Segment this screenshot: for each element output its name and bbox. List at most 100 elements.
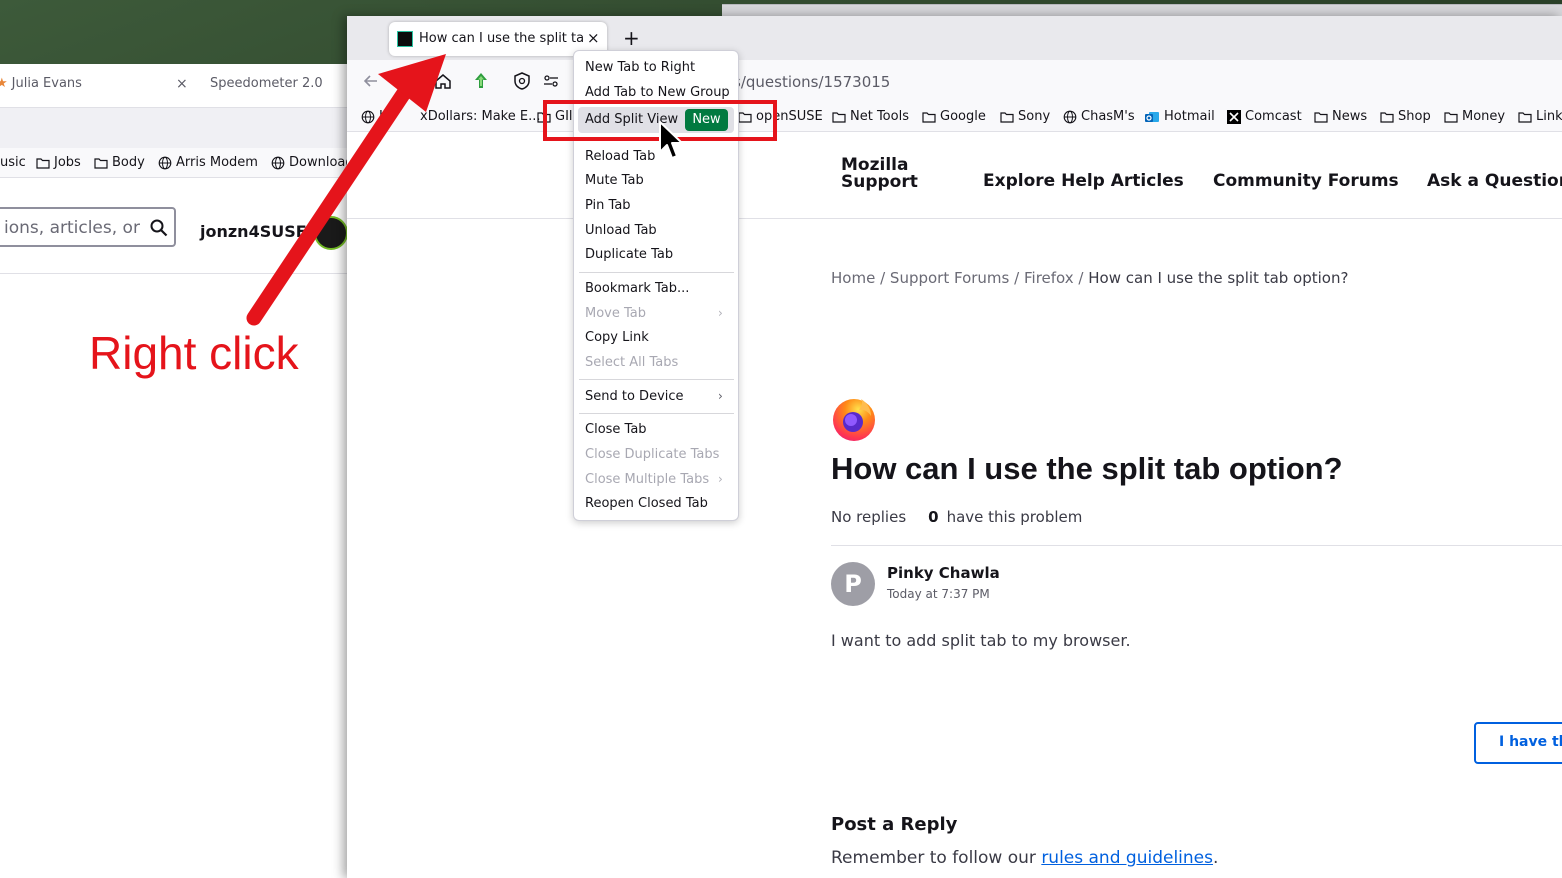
menu-label: Send to Device [585, 389, 684, 404]
username[interactable]: jonzn4SUSE [200, 222, 307, 241]
background-tab-julia[interactable]: ★ Julia Evans [0, 76, 82, 91]
menu-item-pin-tab[interactable]: Pin Tab [585, 198, 631, 213]
bookmark-arris-modem[interactable]: Arris Modem [158, 155, 258, 170]
menu-item-unload-tab[interactable]: Unload Tab [585, 223, 657, 238]
mouse-cursor-icon [659, 121, 683, 159]
breadcrumb-support-forums[interactable]: Support Forums [890, 269, 1009, 287]
bookmark-item[interactable]: ChasM's [1063, 109, 1135, 124]
bookmark-label: Download [289, 155, 354, 170]
breadcrumb-firefox[interactable]: Firefox [1024, 269, 1074, 287]
bookmark-label: Arris Modem [176, 155, 258, 170]
reply-guidelines-note: Remember to follow our rules and guideli… [831, 848, 1218, 868]
back-arrow-icon[interactable] [361, 71, 381, 91]
menu-item-reopen-closed-tab[interactable]: Reopen Closed Tab [585, 496, 708, 511]
rules-guidelines-link[interactable]: rules and guidelines [1041, 848, 1213, 868]
problem-count: 0 [928, 508, 939, 526]
bookmark-item[interactable]: Link [1518, 109, 1562, 124]
menu-item-mute-tab[interactable]: Mute Tab [585, 173, 644, 188]
bookmark-item[interactable]: Comcast [1227, 109, 1302, 124]
annotation-label: Right click [89, 327, 299, 379]
menu-item-new-tab-to-right[interactable]: New Tab to Right [585, 60, 695, 75]
bookmark-label: News [1332, 109, 1368, 124]
author-name[interactable]: Pinky Chawla [887, 564, 1000, 582]
folder-icon [922, 111, 936, 123]
permissions-icon[interactable] [541, 71, 561, 91]
bookmark-item[interactable]: News [1314, 109, 1367, 124]
firefox-logo-icon [833, 399, 875, 441]
bookmark-item[interactable]: Money [1444, 109, 1505, 124]
menu-item-copy-link[interactable]: Copy Link [585, 330, 649, 345]
shield-icon[interactable] [512, 71, 532, 91]
page-content: Mozilla Support Explore Help Articles Co… [347, 133, 1562, 878]
home-icon[interactable] [433, 71, 453, 91]
background-bookmarks-bar: usic Jobs Body Arris Modem Download [0, 148, 360, 178]
menu-item-reload-tab[interactable]: Reload Tab [585, 149, 655, 164]
folder-icon [832, 111, 846, 123]
menu-item-select-all-tabs: Select All Tabs [585, 355, 678, 370]
bookmark-label: Google [940, 109, 986, 124]
background-tab-speedometer[interactable]: Speedometer 2.0 [210, 76, 323, 91]
menu-label: Mute Tab [585, 173, 644, 188]
folder-icon [94, 157, 108, 169]
globe-icon [271, 156, 285, 169]
chevron-right-icon: › [718, 389, 723, 403]
folder-icon [1518, 111, 1532, 123]
background-browser-window[interactable]: ★ Julia Evans × Speedometer 2.0 usic Jobs… [0, 64, 360, 878]
menu-label: Bookmark Tab... [585, 281, 690, 296]
menu-label: Unload Tab [585, 223, 657, 238]
menu-item-close-tab[interactable]: Close Tab [585, 422, 647, 437]
bookmarks-bar: In xDollars: Make E... GIl openSUSE Net … [347, 104, 1562, 132]
menu-item-send-to-device[interactable]: Send to Device [585, 389, 684, 404]
problem-text: have this problem [946, 508, 1083, 526]
menu-separator [579, 272, 734, 273]
bookmark-item[interactable]: Sony [1000, 109, 1050, 124]
nav-community-forums[interactable]: Community Forums [1213, 171, 1399, 191]
question-meta: No replies 0 have this problem [831, 508, 1082, 526]
breadcrumb: Home / Support Forums / Firefox / How ca… [831, 269, 1348, 287]
url-bar[interactable]: s/questions/1573015 [733, 73, 890, 91]
question-title: How can I use the split tab option? [831, 451, 1343, 486]
logo-line: Support [841, 172, 918, 192]
bookmark-item[interactable]: Hotmail [1144, 109, 1215, 124]
globe-icon [1063, 110, 1077, 123]
bookmark-jobs[interactable]: Jobs [36, 155, 81, 170]
new-tab-button[interactable]: + [623, 26, 640, 50]
menu-item-move-tab: Move Tab [585, 306, 646, 321]
favicon-icon [397, 31, 413, 47]
avatar[interactable]: P [831, 562, 875, 606]
menu-item-duplicate-tab[interactable]: Duplicate Tab [585, 247, 673, 262]
nav-explore-help-articles[interactable]: Explore Help Articles [983, 171, 1184, 191]
tab-label: Speedometer 2.0 [210, 76, 323, 91]
search-input[interactable]: ions, articles, or [0, 207, 176, 247]
breadcrumb-home[interactable]: Home [831, 269, 875, 287]
bookmark-item[interactable]: In [361, 109, 391, 124]
tab-label: Julia Evans [11, 76, 82, 91]
main-browser-window[interactable]: How can I use the split tab option? × + … [347, 16, 1562, 878]
breadcrumb-current: How can I use the split tab option? [1088, 269, 1349, 287]
tab-title: How can I use the split tab option? [419, 31, 584, 46]
avatar[interactable] [314, 216, 348, 250]
bookmark-download[interactable]: Download [271, 155, 354, 170]
bookmark-item[interactable]: xDollars: Make E... [420, 109, 540, 124]
bookmark-body[interactable]: Body [94, 155, 145, 170]
navigation-toolbar: s/questions/1573015 [347, 60, 1562, 104]
menu-label: Copy Link [585, 330, 649, 345]
menu-label: Reopen Closed Tab [585, 496, 708, 511]
tab-bar: How can I use the split tab option? × + [347, 16, 1562, 60]
menu-item-add-tab-to-new-group[interactable]: Add Tab to New Group [585, 85, 730, 100]
search-icon[interactable] [150, 219, 168, 237]
site-header: Mozilla Support Explore Help Articles Co… [347, 133, 1562, 219]
bookmark-music[interactable]: usic [0, 155, 26, 170]
extension-icon[interactable] [471, 71, 491, 91]
folder-icon [1380, 111, 1394, 123]
nav-ask-a-question[interactable]: Ask a Question [1427, 171, 1562, 191]
menu-item-bookmark-tab[interactable]: Bookmark Tab... [585, 281, 689, 296]
close-icon[interactable]: × [587, 29, 600, 47]
bookmark-item[interactable]: Net Tools [832, 109, 909, 124]
close-icon[interactable]: × [176, 76, 188, 92]
site-logo[interactable]: Mozilla Support [841, 157, 918, 191]
bookmark-item[interactable]: Google [922, 109, 986, 124]
have-this-problem-button[interactable]: I have th [1474, 722, 1562, 764]
note-text: . [1212, 848, 1219, 868]
bookmark-item[interactable]: Shop [1380, 109, 1431, 124]
